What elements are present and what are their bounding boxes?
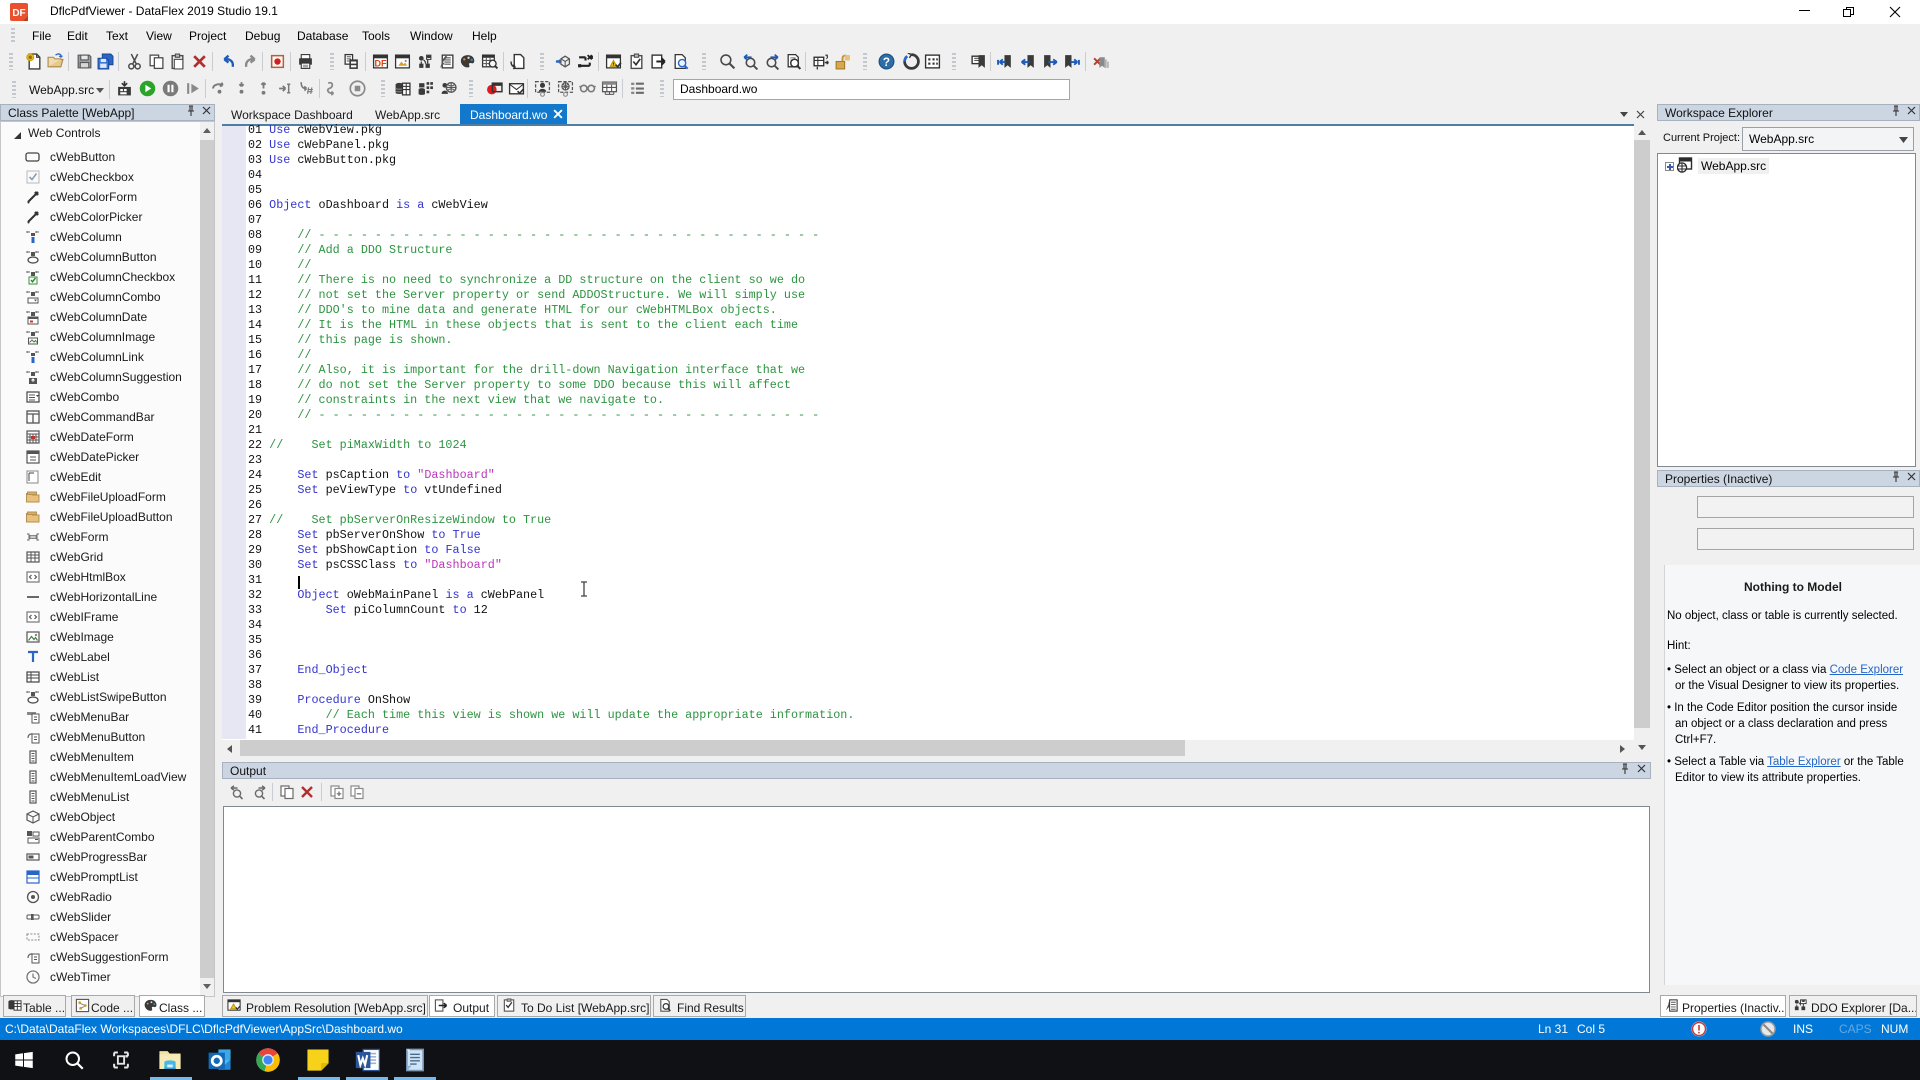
svg-text:DF: DF (12, 8, 25, 19)
svg-text:?: ? (883, 56, 890, 69)
svg-text:DF: DF (374, 58, 387, 68)
